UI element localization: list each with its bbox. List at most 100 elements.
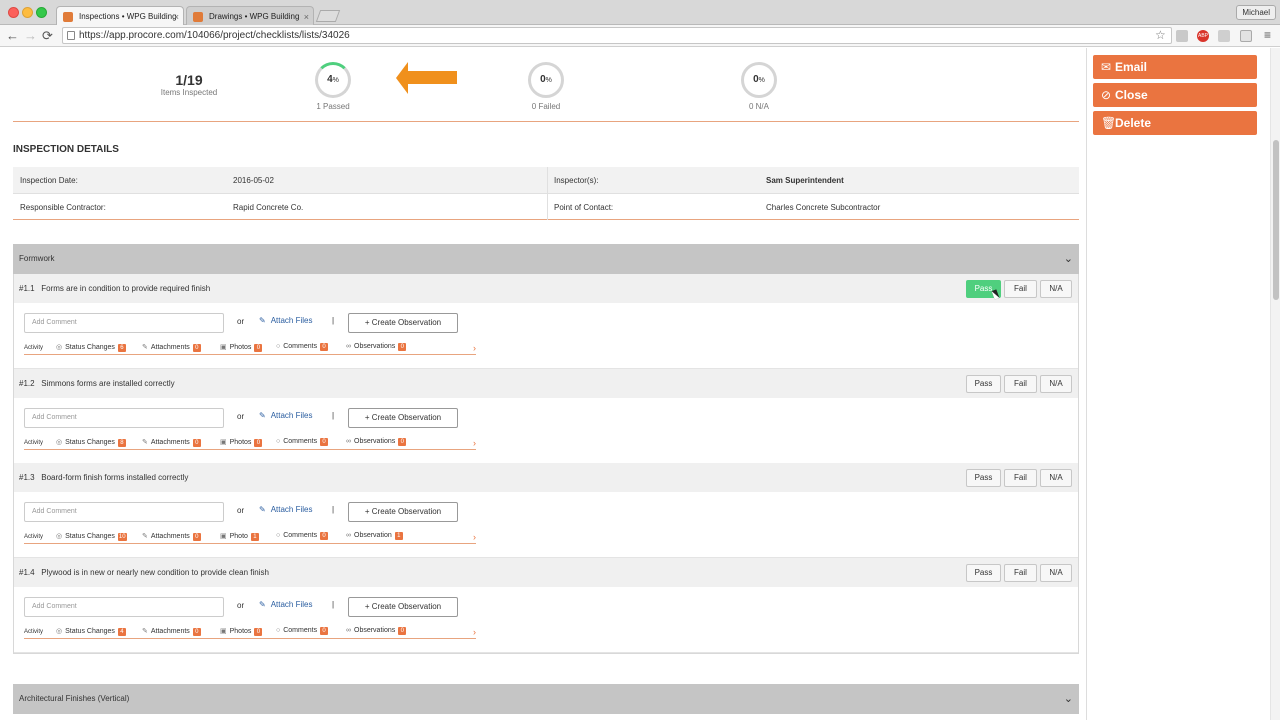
camera-icon: ▣ bbox=[220, 344, 227, 351]
back-icon[interactable]: ← bbox=[6, 28, 19, 44]
photos-activity[interactable]: ▣ Photos 0 bbox=[220, 343, 263, 352]
adblock-icon[interactable]: ABP bbox=[1197, 30, 1209, 42]
camera-icon: ▣ bbox=[220, 439, 227, 446]
close-tab-icon[interactable]: × bbox=[304, 7, 309, 27]
status-changes-activity[interactable]: ◎ Status Changes 10 bbox=[56, 532, 127, 541]
comments-activity[interactable]: ○ Comments 0 bbox=[276, 532, 329, 540]
attach-files-link[interactable]: ✎ Attach Files bbox=[259, 316, 313, 325]
activity-bar: Activity ◎ Status Changes 4 ✎ Attachments 0 … bbox=[24, 627, 476, 639]
attachments-activity[interactable]: ✎ Attachments 0 bbox=[142, 627, 201, 636]
pass-button[interactable]: Pass bbox=[966, 375, 1001, 393]
browser-tab-bar: Inspections • WPG Building × Drawings • … bbox=[0, 0, 1280, 26]
close-label: Close bbox=[1115, 88, 1148, 102]
create-observation-button[interactable]: + Create Observation bbox=[348, 408, 458, 428]
observations-activity[interactable]: ∞ Observations 0 bbox=[346, 343, 407, 351]
count-badge: 4 bbox=[117, 628, 126, 636]
point-of-contact-label: Point of Contact: bbox=[554, 203, 614, 212]
count-badge: 0 bbox=[320, 343, 329, 351]
profile-button[interactable]: Michael bbox=[1236, 5, 1276, 20]
na-button[interactable]: N/A bbox=[1040, 564, 1072, 582]
status-changes-activity[interactable]: ◎ Status Changes 4 bbox=[56, 627, 126, 636]
fail-button[interactable]: Fail bbox=[1004, 469, 1037, 487]
delete-button[interactable]: 🗑Delete bbox=[1093, 111, 1257, 135]
attach-files-label: Attach Files bbox=[270, 411, 313, 420]
create-observation-button[interactable]: + Create Observation bbox=[348, 597, 458, 617]
chevron-right-icon[interactable]: › bbox=[473, 532, 476, 542]
observations-activity[interactable]: ∞ Observations 0 bbox=[346, 627, 407, 635]
reload-icon[interactable]: ⟳ bbox=[42, 28, 53, 44]
photos-activity[interactable]: ▣ Photos 0 bbox=[220, 627, 263, 636]
separator: | bbox=[332, 411, 335, 420]
browser-menu-icon[interactable]: ≡ bbox=[1264, 28, 1271, 42]
chevron-right-icon[interactable]: › bbox=[473, 438, 476, 448]
section-header-architectural-finishes[interactable]: Architectural Finishes (Vertical) ⌄ bbox=[13, 684, 1079, 714]
observations-activity[interactable]: ∞ Observations 0 bbox=[346, 438, 407, 446]
close-button[interactable]: ⊘ Close bbox=[1093, 83, 1257, 107]
page-scrollbar[interactable] bbox=[1270, 48, 1280, 720]
inspection-date-label: Inspection Date: bbox=[20, 176, 78, 185]
attach-files-link[interactable]: ✎ Attach Files bbox=[259, 505, 313, 514]
pass-button[interactable]: Pass bbox=[966, 564, 1001, 582]
create-observation-button[interactable]: + Create Observation bbox=[348, 502, 458, 522]
attach-files-link[interactable]: ✎ Attach Files bbox=[259, 600, 313, 609]
create-observation-button[interactable]: + Create Observation bbox=[348, 313, 458, 333]
photos-activity[interactable]: ▣ Photos 0 bbox=[220, 438, 263, 447]
activity-text: Observations bbox=[354, 627, 396, 634]
maximize-window-button[interactable] bbox=[36, 7, 47, 18]
close-window-button[interactable] bbox=[8, 7, 19, 18]
extension-icon[interactable] bbox=[1218, 30, 1230, 42]
add-comment-input[interactable]: Add Comment bbox=[24, 408, 224, 428]
minimize-window-button[interactable] bbox=[22, 7, 33, 18]
tab-label: Inspections • WPG Building bbox=[79, 12, 177, 21]
fail-button[interactable]: Fail bbox=[1004, 375, 1037, 393]
na-button[interactable]: N/A bbox=[1040, 469, 1072, 487]
procore-favicon-icon bbox=[193, 12, 203, 22]
tab-drawings[interactable]: Drawings • WPG Building × bbox=[186, 6, 314, 26]
pass-button[interactable]: Pass bbox=[966, 469, 1001, 487]
close-tab-icon[interactable]: × bbox=[174, 7, 179, 27]
comments-activity[interactable]: ○ Comments 0 bbox=[276, 438, 329, 446]
camera-icon: ▣ bbox=[220, 628, 227, 635]
na-button[interactable]: N/A bbox=[1040, 375, 1072, 393]
attachments-activity[interactable]: ✎ Attachments 0 bbox=[142, 343, 201, 352]
comment-icon: ○ bbox=[276, 532, 281, 539]
binoculars-icon: ∞ bbox=[346, 438, 351, 445]
new-tab-button[interactable] bbox=[315, 10, 341, 22]
add-comment-input[interactable]: Add Comment bbox=[24, 597, 224, 617]
add-comment-input[interactable]: Add Comment bbox=[24, 313, 224, 333]
comments-activity[interactable]: ○ Comments 0 bbox=[276, 627, 329, 635]
add-comment-input[interactable]: Add Comment bbox=[24, 502, 224, 522]
observations-activity[interactable]: ∞ Observation 1 bbox=[346, 532, 403, 540]
fail-button[interactable]: Fail bbox=[1004, 564, 1037, 582]
photos-activity[interactable]: ▣ Photo 1 bbox=[220, 532, 259, 541]
chevron-right-icon[interactable]: › bbox=[473, 343, 476, 353]
attach-files-link[interactable]: ✎ Attach Files bbox=[259, 411, 313, 420]
item-text: Simmons forms are installed correctly bbox=[41, 379, 175, 388]
fail-button[interactable]: Fail bbox=[1004, 280, 1037, 298]
address-bar[interactable]: https://app.procore.com/104066/project/c… bbox=[62, 27, 1172, 44]
status-changes-activity[interactable]: ◎ Status Changes 6 bbox=[56, 343, 126, 352]
forward-icon[interactable]: → bbox=[24, 28, 37, 44]
count-badge: 6 bbox=[117, 344, 126, 352]
na-button[interactable]: N/A bbox=[1040, 280, 1072, 298]
count-badge: 0 bbox=[254, 628, 263, 636]
count-badge: 10 bbox=[117, 533, 127, 541]
attachments-activity[interactable]: ✎ Attachments 0 bbox=[142, 532, 201, 541]
chevron-down-icon[interactable]: ⌄ bbox=[1064, 244, 1073, 274]
activity-text: Comments bbox=[283, 343, 318, 350]
section-header-formwork[interactable]: Formwork ⌄ bbox=[13, 244, 1079, 274]
extension-icon[interactable] bbox=[1240, 30, 1252, 42]
chevron-right-icon[interactable]: › bbox=[473, 627, 476, 637]
status-changes-activity[interactable]: ◎ Status Changes 8 bbox=[56, 438, 126, 447]
email-button[interactable]: ✉ Email bbox=[1093, 55, 1257, 79]
attachments-activity[interactable]: ✎ Attachments 0 bbox=[142, 438, 201, 447]
extension-icon[interactable] bbox=[1176, 30, 1188, 42]
comments-activity[interactable]: ○ Comments 0 bbox=[276, 343, 329, 351]
chevron-down-icon[interactable]: ⌄ bbox=[1064, 684, 1073, 714]
checklist-item-body: Add Comment or ✎ Attach Files | + Create … bbox=[14, 587, 1078, 653]
bookmark-star-icon[interactable]: ☆ bbox=[1155, 28, 1166, 42]
activity-text: Status Changes bbox=[65, 628, 115, 635]
tab-inspections[interactable]: Inspections • WPG Building × bbox=[56, 6, 184, 26]
inspected-count: 1/19 bbox=[175, 72, 203, 88]
scrollbar-thumb[interactable] bbox=[1273, 140, 1279, 300]
